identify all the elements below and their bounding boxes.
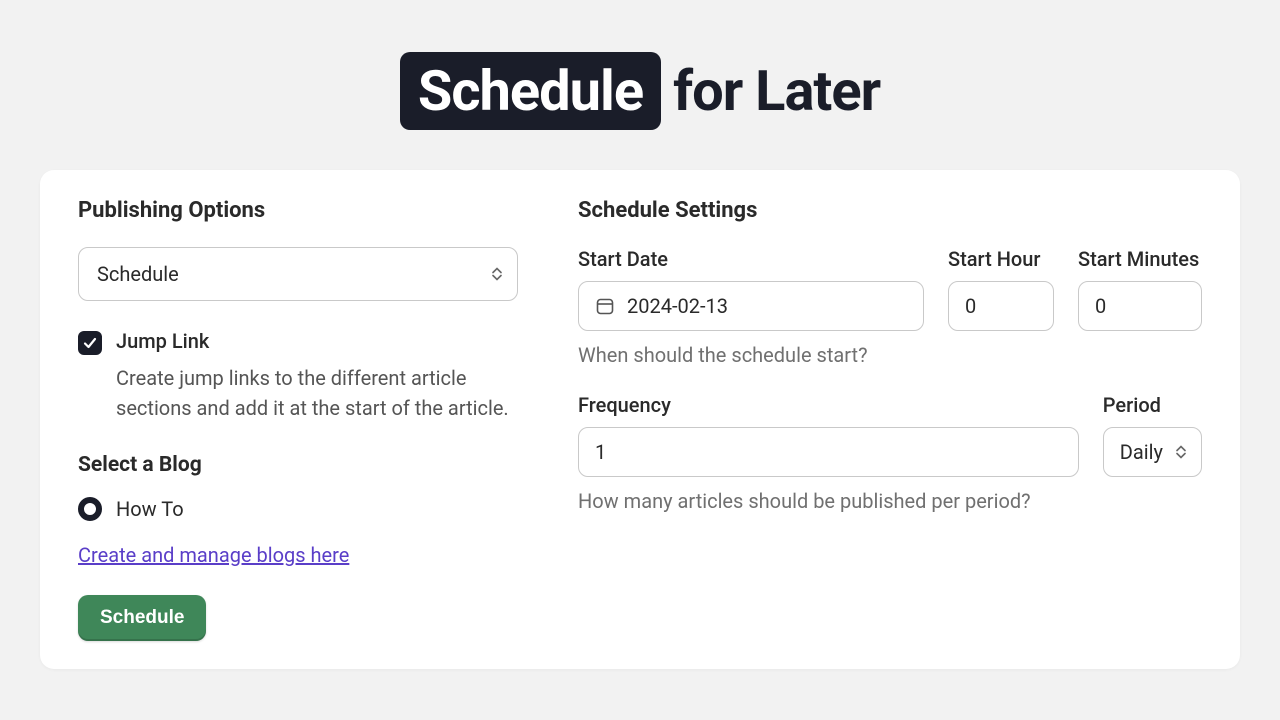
start-date-help: When should the schedule start? (578, 343, 1202, 367)
jump-link-checkbox[interactable] (78, 331, 102, 355)
period-label: Period (1103, 393, 1202, 417)
start-date-field: Start Date 2024-02-13 (578, 247, 924, 331)
publish-mode-select[interactable]: Schedule (78, 247, 518, 301)
jump-link-label: Jump Link (116, 329, 209, 353)
period-field: Period Daily (1103, 393, 1202, 477)
page-title: Schedulefor Later (400, 52, 880, 130)
page-header: Schedulefor Later (0, 0, 1280, 170)
start-minutes-input[interactable]: 0 (1078, 281, 1202, 331)
calendar-icon (595, 296, 615, 316)
frequency-field: Frequency 1 (578, 393, 1079, 477)
title-badge: Schedule (400, 52, 661, 130)
period-select[interactable]: Daily (1103, 427, 1202, 477)
blog-radio[interactable] (78, 497, 102, 521)
start-hour-input[interactable]: 0 (948, 281, 1054, 331)
check-icon (83, 336, 97, 350)
publishing-options-column: Publishing Options Schedule Jump Link Cr… (78, 198, 518, 641)
start-date-input[interactable]: 2024-02-13 (578, 281, 924, 331)
jump-link-description: Create jump links to the different artic… (116, 363, 518, 423)
period-value: Daily (1103, 427, 1202, 477)
start-date-label: Start Date (578, 247, 924, 271)
title-suffix: for Later (661, 58, 880, 124)
blog-option-row: How To (78, 497, 518, 521)
frequency-input[interactable]: 1 (578, 427, 1079, 477)
manage-blogs-link[interactable]: Create and manage blogs here (78, 543, 349, 567)
jump-link-option: Jump Link (78, 329, 518, 355)
start-minutes-field: Start Minutes 0 (1078, 247, 1202, 331)
publishing-options-title: Publishing Options (78, 198, 518, 223)
schedule-button[interactable]: Schedule (78, 595, 206, 641)
start-date-value: 2024-02-13 (627, 294, 728, 318)
frequency-label: Frequency (578, 393, 1079, 417)
select-blog-title: Select a Blog (78, 453, 518, 477)
frequency-help: How many articles should be published pe… (578, 489, 1202, 513)
settings-card: Publishing Options Schedule Jump Link Cr… (40, 170, 1240, 669)
frequency-row: Frequency 1 Period Daily (578, 393, 1202, 477)
schedule-settings-title: Schedule Settings (578, 198, 1202, 223)
start-hour-field: Start Hour 0 (948, 247, 1054, 331)
blog-radio-label: How To (116, 497, 184, 521)
start-datetime-row: Start Date 2024-02-13 Start Hour 0 Start… (578, 247, 1202, 331)
start-hour-label: Start Hour (948, 247, 1054, 271)
publish-mode-value: Schedule (78, 247, 518, 301)
schedule-settings-column: Schedule Settings Start Date 2024-02-13 … (578, 198, 1202, 641)
start-minutes-label: Start Minutes (1078, 247, 1202, 271)
